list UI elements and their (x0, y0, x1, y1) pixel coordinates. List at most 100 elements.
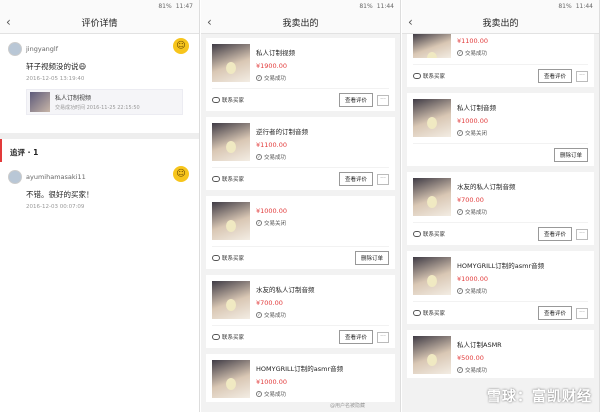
product-thumbnail[interactable] (413, 336, 451, 374)
smiley-rating-icon: ☺ (173, 166, 189, 182)
order-card: 私人订制音频 ¥1000.00 ✓ 交易关闭 删除订单 (407, 93, 594, 166)
delete-order-button[interactable]: 删除订单 (553, 148, 588, 162)
order-status: 交易关闭 (465, 131, 488, 137)
smiley-rating-icon: ☺ (173, 38, 189, 54)
product-thumbnail[interactable] (212, 360, 250, 398)
order-price: ¥1000.00 (457, 117, 489, 125)
product-thumbnail[interactable] (212, 123, 250, 161)
chat-bubble-icon (212, 97, 220, 103)
product-thumbnail[interactable] (413, 34, 451, 58)
followup-header: 追评 · 1 (0, 139, 199, 162)
check-icon: ✓ (256, 75, 262, 81)
more-icon[interactable]: ··· (377, 94, 389, 106)
contact-label: 联系买家 (423, 232, 446, 238)
page-title: 我卖出的 (482, 19, 519, 29)
order-title: 逆行者的订制音频 (256, 128, 308, 136)
check-icon: ✓ (457, 209, 463, 215)
order-status: 交易成功 (264, 155, 287, 161)
avatar[interactable] (8, 42, 22, 56)
product-thumbnail[interactable] (212, 44, 250, 82)
view-review-button[interactable]: 查看评价 (338, 93, 373, 107)
order-status: 交易成功 (264, 392, 287, 398)
product-sub: 交易成功时间 2016-11-25 22:15:50 (55, 105, 140, 111)
contact-buyer-button[interactable]: 联系买家 (212, 333, 339, 341)
more-icon[interactable]: ··· (576, 307, 588, 319)
order-card: 逆行者的订制音频 ¥1100.00 ✓ 交易成功 联系买家 查看评价 ··· (206, 117, 395, 190)
avatar[interactable] (8, 170, 22, 184)
status-bar: 81% 11:44 (201, 0, 400, 12)
product-card[interactable]: 私人订制视频 交易成功时间 2016-11-25 22:15:50 (26, 89, 183, 115)
order-card: 水友的私人订制音频 ¥700.00 ✓ 交易成功 联系买家 查看评价 ··· (206, 275, 395, 348)
order-card: 私人订制视频 ¥1900.00 ✓ 交易成功 联系买家 查看评价 ··· (206, 38, 395, 111)
order-status: 交易成功 (264, 313, 287, 319)
followup-entry: ayumihamasaki11 ☺ 不错。很好的买家！ 2016-12-03 0… (0, 162, 199, 216)
chat-bubble-icon (212, 334, 220, 340)
contact-buyer-button[interactable]: 联系买家 (413, 309, 538, 317)
title-bar: ‹ 评价详情 (0, 12, 199, 34)
back-arrow-icon[interactable]: ‹ (408, 15, 413, 29)
time-text: 11:47 (175, 2, 193, 10)
check-icon: ✓ (256, 312, 262, 318)
signal-text: 81% (558, 2, 572, 10)
view-review-button[interactable]: 查看评价 (338, 172, 373, 186)
check-icon: ✓ (457, 288, 463, 294)
contact-buyer-button[interactable]: 联系买家 (413, 230, 538, 238)
time-text: 11:44 (376, 2, 394, 10)
view-review-button[interactable]: 查看评价 (537, 227, 572, 241)
product-thumbnail[interactable] (212, 281, 250, 319)
contact-label: 联系买家 (423, 311, 446, 317)
contact-label: 联系买家 (222, 335, 245, 341)
contact-label: 联系买家 (222, 256, 245, 262)
product-thumbnail[interactable] (413, 257, 451, 295)
back-arrow-icon[interactable]: ‹ (6, 15, 11, 29)
review-text: 轩子视频没的说😄 (26, 62, 87, 71)
order-status: 交易成功 (465, 289, 488, 295)
check-icon: ✓ (256, 391, 262, 397)
order-title: 私人订制ASMR (457, 341, 502, 349)
product-thumbnail[interactable] (413, 178, 451, 216)
contact-label: 联系买家 (222, 98, 245, 104)
order-title: HOMYGRILL订制的asmr音频 (457, 262, 545, 270)
order-price: ¥1000.00 (256, 378, 288, 386)
contact-label: 联系买家 (222, 177, 245, 183)
watermark: 雪球：富凯财经 (487, 389, 592, 405)
product-thumbnail[interactable] (212, 202, 250, 240)
order-price: ¥1000.00 (457, 275, 489, 283)
order-status: 交易关闭 (264, 221, 287, 227)
review-time: 2016-12-03 00:07:09 (26, 204, 85, 210)
order-status: 交易成功 (465, 368, 488, 374)
more-icon[interactable]: ··· (377, 173, 389, 185)
status-bar: 81% 11:47 (0, 0, 199, 12)
view-review-button[interactable]: 查看评价 (537, 306, 572, 320)
review-text: 不错。很好的买家！ (26, 190, 94, 199)
contact-buyer-button[interactable]: 联系买家 (212, 175, 339, 183)
page-title: 评价详情 (81, 19, 118, 29)
more-icon[interactable]: ··· (377, 331, 389, 343)
order-card: ¥1100.00 ✓ 交易成功 联系买家 查看评价 ··· (407, 34, 594, 87)
order-price: ¥1900.00 (256, 62, 288, 70)
status-bar: 81% 11:44 (402, 0, 599, 12)
more-icon[interactable]: ··· (576, 228, 588, 240)
delete-order-button[interactable]: 删除订单 (354, 251, 389, 265)
view-review-button[interactable]: 查看评价 (338, 330, 373, 344)
order-status: 交易成功 (465, 51, 488, 57)
order-card: HOMYGRILL订制的asmr音频 ¥1000.00 ✓ 交易成功 (206, 354, 395, 402)
check-icon: ✓ (457, 367, 463, 373)
chat-bubble-icon (413, 231, 421, 237)
order-status: 交易成功 (264, 76, 287, 82)
contact-buyer-button[interactable]: 联系买家 (212, 254, 355, 262)
more-icon[interactable]: ··· (576, 70, 588, 82)
small-watermark: @用户名被隐藏 (330, 403, 366, 409)
back-arrow-icon[interactable]: ‹ (207, 15, 212, 29)
order-price: ¥1100.00 (256, 141, 288, 149)
contact-buyer-button[interactable]: 联系买家 (212, 96, 339, 104)
order-title: HOMYGRILL订制的asmr音频 (256, 365, 344, 373)
contact-buyer-button[interactable]: 联系买家 (413, 72, 538, 80)
product-thumbnail[interactable] (413, 99, 451, 137)
order-price: ¥700.00 (457, 196, 484, 204)
order-price: ¥1100.00 (457, 37, 489, 45)
view-review-button[interactable]: 查看评价 (537, 69, 572, 83)
order-price: ¥1000.00 (256, 207, 288, 215)
review-detail-screen: 81% 11:47 ‹ 评价详情 jingyanglf ☺ 轩子视频没的说😄 2… (0, 0, 200, 412)
check-icon: ✓ (457, 50, 463, 56)
